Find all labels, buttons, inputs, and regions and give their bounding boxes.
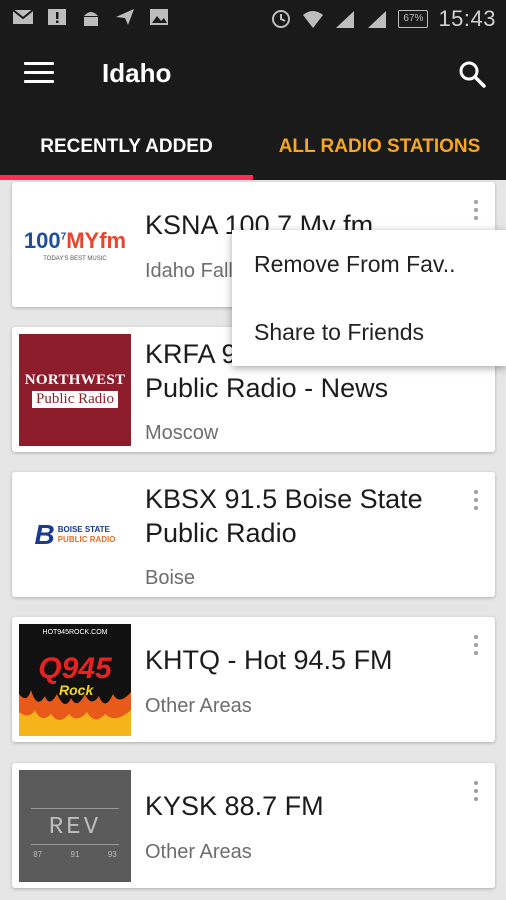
tab-recently-added[interactable]: RECENTLY ADDED [0, 114, 253, 180]
image-icon [150, 9, 168, 25]
station-name: KYSK 88.7 FM [145, 791, 324, 821]
options-popup-menu: Remove From Fav.. Share to Friends [232, 230, 506, 366]
station-location: Idaho Falls [145, 260, 243, 282]
logo-text: BOISE STATE [57, 525, 110, 534]
share-to-friends-menu-item[interactable]: Share to Friends [232, 298, 506, 366]
station-logo-krfa: NORTHWEST Public Radio [19, 334, 131, 446]
clock: 15:43 [438, 6, 496, 31]
signal-2-icon [368, 11, 387, 28]
more-options-icon[interactable] [471, 200, 481, 224]
tab-bar: RECENTLY ADDED ALL RADIO STATIONS [0, 114, 506, 180]
logo-divider [31, 844, 119, 845]
station-location: Other Areas [145, 695, 252, 717]
tab-indicator [0, 175, 253, 180]
station-location: Moscow [145, 422, 219, 444]
android-icon [84, 12, 98, 26]
logo-tagline: TODAY'S BEST MUSIC [43, 256, 107, 262]
more-options-icon[interactable] [471, 635, 481, 659]
alert-icon [48, 9, 66, 25]
more-options-icon[interactable] [471, 490, 481, 514]
hamburger-icon[interactable] [24, 62, 54, 86]
station-name: KBSX 91.5 Boise State Public Radio [145, 484, 423, 548]
logo-text: 93 [107, 850, 117, 859]
station-logo-ksna: 1007MYfm TODAY'S BEST MUSIC [19, 189, 131, 301]
logo-text: 91 [70, 850, 80, 859]
logo-text: REV [48, 814, 102, 841]
logo-b-icon: B [34, 519, 55, 550]
send-icon [116, 9, 134, 25]
email-icon [12, 9, 34, 24]
station-location: Other Areas [145, 841, 252, 863]
page-title: Idaho [102, 58, 172, 88]
app-bar: Idaho [0, 36, 506, 114]
wifi-icon [303, 11, 324, 28]
logo-text: 87 [33, 850, 43, 859]
station-card-khtq[interactable]: HOT945ROCK.COM Q945 Rock KHTQ - Hot 94.5… [12, 617, 495, 742]
logo-text: Rock [59, 682, 94, 698]
signal-1-icon [336, 11, 355, 28]
battery-icon: 67% [398, 10, 429, 28]
logo-text: NORTHWEST [24, 372, 126, 388]
logo-divider [31, 808, 119, 809]
system-icons: 67% 15:43 [270, 6, 496, 32]
station-logo-kysk: REV 87 91 93 [19, 770, 131, 882]
logo-text: 100 [23, 228, 61, 253]
status-bar: 67% 15:43 [0, 0, 506, 36]
station-card-kysk[interactable]: REV 87 91 93 KYSK 88.7 FM Other Areas [12, 763, 495, 888]
remove-from-fav-menu-item[interactable]: Remove From Fav.. [232, 230, 506, 298]
tab-all-radio-stations[interactable]: ALL RADIO STATIONS [253, 114, 506, 180]
station-location: Boise [145, 567, 196, 589]
logo-text: MYfm [66, 228, 127, 253]
logo-text: Q945 [38, 652, 112, 685]
station-name: KHTQ - Hot 94.5 FM [145, 645, 393, 675]
logo-text: PUBLIC RADIO [57, 535, 116, 544]
station-card-kbsx[interactable]: B BOISE STATE PUBLIC RADIO KBSX 91.5 Boi… [12, 472, 495, 597]
station-logo-kbsx: B BOISE STATE PUBLIC RADIO [19, 479, 131, 591]
search-icon[interactable] [458, 60, 486, 88]
logo-frequencies: 87 91 93 [19, 850, 131, 859]
logo-text: HOT945ROCK.COM [42, 629, 108, 636]
more-options-icon[interactable] [471, 781, 481, 805]
sync-icon [272, 10, 291, 28]
notification-icons [12, 7, 170, 27]
station-logo-khtq: HOT945ROCK.COM Q945 Rock [19, 624, 131, 736]
logo-text: Public Radio [32, 391, 118, 408]
